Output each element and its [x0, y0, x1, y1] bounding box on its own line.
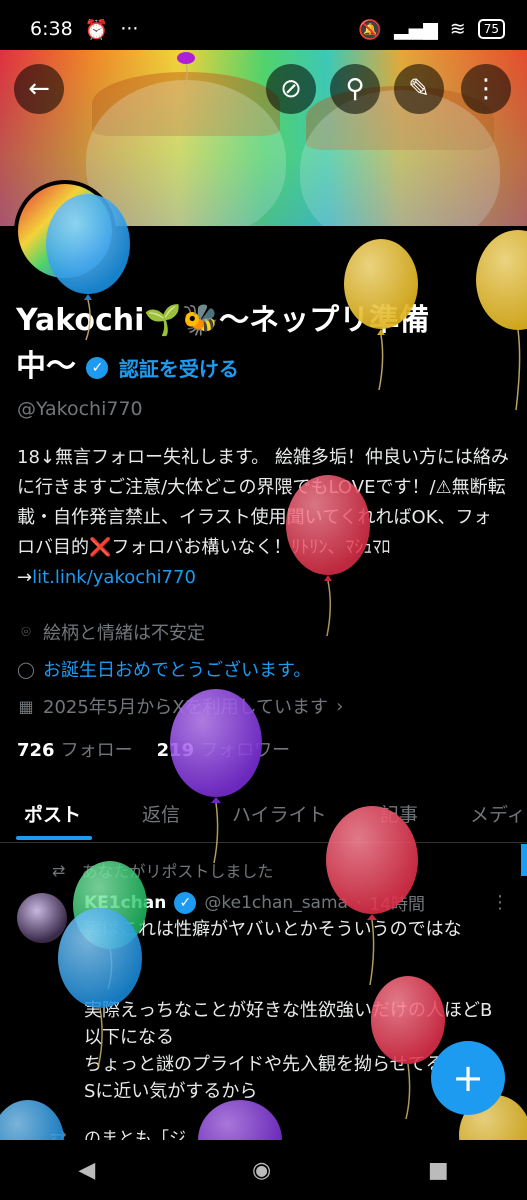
tab-highlights[interactable]: ハイライト [232, 800, 327, 827]
joined-text: 2025年5月からXを利用しています [43, 697, 329, 718]
more-dots-icon: ··· [120, 18, 139, 40]
balloon-icon: ◯ [17, 659, 35, 679]
hide-icon: ⊘ [280, 74, 302, 104]
tweet-separator: · [355, 892, 362, 913]
signal-icon: ▂▄▆ [393, 18, 438, 40]
repost-notice-text: あなたがリポストしました [81, 862, 274, 881]
scroll-indicator [521, 844, 527, 876]
profile-avatar[interactable] [14, 180, 116, 282]
repost-icon: ⇄ [52, 860, 66, 880]
tweet-author-handle: @ke1chan_sama [204, 892, 348, 913]
more-button[interactable]: ⋮ [461, 64, 511, 114]
tweet-time: 14時間 [369, 895, 426, 915]
birthday-text[interactable]: お誕生日おめでとうございます。 [43, 656, 311, 682]
nav-back-icon[interactable]: ◀ [78, 1158, 95, 1183]
tweet-more-icon[interactable]: ⋮ [491, 892, 509, 913]
tweet-verified-icon: ✓ [174, 891, 197, 914]
location-text: 絵柄と情緒は不安定 [43, 623, 205, 644]
tab-replies[interactable]: 返信 [142, 800, 180, 827]
verified-icon: ✓ [86, 356, 109, 379]
location-icon: ⌾ [21, 622, 31, 641]
back-button[interactable]: ← [14, 64, 64, 114]
followers-count: 219 [156, 740, 195, 761]
profile-name-block: Yakochi🌱🐝～ネップリ準備中～ ✓ 認証を受ける [16, 298, 436, 392]
profile-birthday: ◯ お誕生日おめでとうございます。 [17, 656, 311, 682]
more-icon: ⋮ [473, 74, 499, 104]
bio-link[interactable]: lit.link/yakochi770 [32, 567, 196, 588]
nav-recents-icon[interactable]: ■ [428, 1158, 449, 1183]
tweet-author-avatar[interactable] [17, 893, 67, 943]
profile-bio: 18↓無言フォロー失礼します。 絵雑多垢！仲良い方には絡みに行きますご注意/大体… [17, 443, 509, 593]
tab-articles[interactable]: 記事 [380, 800, 418, 827]
search-button[interactable]: ⚲ [330, 64, 380, 114]
status-time: 6:38 [30, 18, 73, 40]
get-verified-link[interactable]: 認証を受ける [119, 357, 239, 381]
search-icon: ⚲ [345, 74, 365, 104]
mute-icon: 🔕 [358, 18, 382, 41]
chevron-right-icon: › [336, 695, 344, 717]
following-link[interactable]: 726 フォロー [17, 736, 133, 762]
calendar-icon: ▦ [18, 696, 34, 716]
profile-location: ⌾ 絵柄と情緒は不安定 [17, 619, 205, 645]
tab-media[interactable]: メディ [470, 800, 526, 827]
nav-home-icon[interactable]: ◉ [252, 1158, 271, 1183]
hide-button[interactable]: ⊘ [266, 64, 316, 114]
status-bar: 6:38 ⏰ ··· 🔕 ▂▄▆ ≋ 75 [0, 0, 527, 58]
alarm-icon: ⏰ [84, 18, 109, 41]
tweet-header: KE1chan ✓ @ke1chan_sama · 14時間 [84, 890, 425, 915]
profile-handle: @Yakochi770 [17, 398, 143, 420]
profile-joined[interactable]: ▦ 2025年5月からXを利用しています › [17, 693, 343, 719]
edit-icon: ✎ [408, 74, 430, 104]
repost-notice: ⇄ あなたがリポストしました [52, 858, 273, 882]
balloon-yellow-2 [476, 230, 527, 411]
following-count: 726 [17, 740, 55, 761]
system-nav-bar: ◀ ◉ ■ [0, 1140, 527, 1200]
tweet-author-name[interactable]: KE1chan [84, 893, 166, 913]
battery-indicator: 75 [477, 19, 505, 39]
compose-button[interactable]: + [431, 1041, 505, 1115]
edit-button[interactable]: ✎ [394, 64, 444, 114]
back-icon: ← [28, 74, 50, 104]
tab-posts[interactable]: ポスト [24, 800, 81, 827]
profile-tabs: ポスト 返信 ハイライト 記事 メディ [0, 780, 527, 843]
follow-stats: 726 フォロー 219 フォロワー [17, 736, 290, 762]
following-label: フォロー [60, 740, 133, 761]
followers-label: フォロワー [200, 740, 291, 761]
active-tab-indicator [16, 836, 92, 840]
followers-link[interactable]: 219 フォロワー [157, 736, 291, 762]
wifi-icon: ≋ [449, 18, 466, 40]
